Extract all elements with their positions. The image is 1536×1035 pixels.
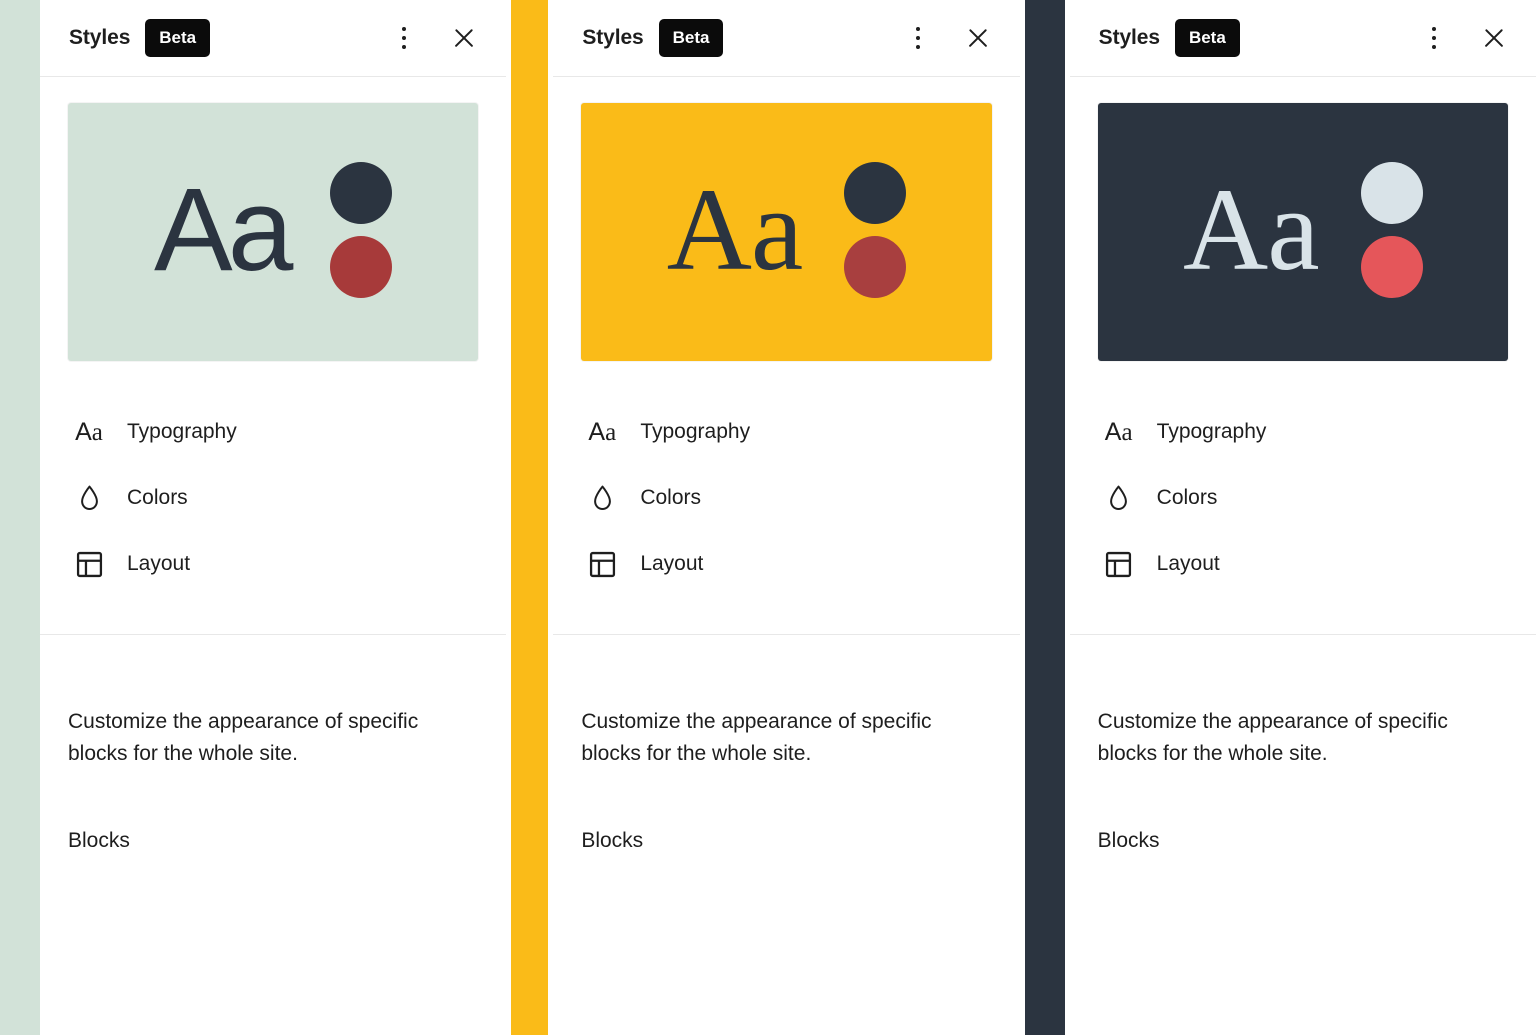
panel-body: Aa bbox=[1070, 77, 1536, 361]
preview-aa-text: Aa bbox=[667, 176, 803, 285]
blocks-link[interactable]: Blocks bbox=[581, 829, 643, 853]
stripe-after-panel-2 bbox=[1025, 0, 1065, 1035]
beta-badge: Beta bbox=[1175, 19, 1240, 57]
blocks-link[interactable]: Blocks bbox=[1098, 829, 1160, 853]
nav-item-typography[interactable]: Aa Typography bbox=[581, 399, 991, 465]
layout-grid-icon bbox=[71, 546, 107, 582]
page-title: Styles bbox=[69, 26, 130, 50]
page-title: Styles bbox=[1099, 26, 1160, 50]
typography-aa-icon: Aa bbox=[71, 414, 107, 450]
nav-item-typography[interactable]: Aa Typography bbox=[1098, 399, 1508, 465]
nav-item-label: Typography bbox=[1157, 420, 1267, 444]
preview-color-dots bbox=[844, 162, 906, 298]
close-button[interactable] bbox=[442, 16, 486, 60]
nav-item-layout[interactable]: Layout bbox=[581, 531, 991, 597]
layout-grid-icon bbox=[1101, 546, 1137, 582]
more-options-button[interactable] bbox=[896, 16, 940, 60]
preview-aa-text: Aa bbox=[154, 176, 288, 285]
more-options-button[interactable] bbox=[1412, 16, 1456, 60]
panel-footer: Customize the appearance of specific blo… bbox=[40, 635, 506, 853]
typography-aa-icon: Aa bbox=[1101, 414, 1137, 450]
preview-color-dots bbox=[330, 162, 392, 298]
beta-badge: Beta bbox=[145, 19, 210, 57]
styles-nav-list: Aa Typography Colors bbox=[40, 361, 506, 597]
styles-nav-list: Aa Typography Colors bbox=[1070, 361, 1536, 597]
nav-item-label: Layout bbox=[127, 552, 190, 576]
layout-grid-icon bbox=[584, 546, 620, 582]
style-preview-card[interactable]: Aa bbox=[1098, 103, 1508, 361]
preview-dot-primary bbox=[1361, 162, 1423, 224]
kebab-menu-icon bbox=[402, 27, 406, 49]
style-preview-content: Aa bbox=[1098, 103, 1508, 361]
nav-item-layout[interactable]: Layout bbox=[68, 531, 478, 597]
panel-header: Styles Beta bbox=[553, 0, 1019, 77]
nav-item-label: Layout bbox=[640, 552, 703, 576]
styles-nav-list: Aa Typography Colors bbox=[553, 361, 1019, 597]
panel-footer: Customize the appearance of specific blo… bbox=[553, 635, 1019, 853]
style-preview-content: Aa bbox=[581, 103, 991, 361]
preview-dot-primary bbox=[844, 162, 906, 224]
nav-item-colors[interactable]: Colors bbox=[581, 465, 991, 531]
close-icon bbox=[965, 25, 991, 51]
close-button[interactable] bbox=[1472, 16, 1516, 60]
blocks-link[interactable]: Blocks bbox=[68, 829, 130, 853]
nav-item-label: Colors bbox=[1157, 486, 1218, 510]
typography-aa-icon: Aa bbox=[584, 414, 620, 450]
color-droplet-icon bbox=[1101, 480, 1137, 516]
styles-panel-yellow: Styles Beta Aa bbox=[553, 0, 1019, 1035]
beta-badge: Beta bbox=[659, 19, 724, 57]
panel-body: Aa bbox=[40, 77, 506, 361]
panel-footer: Customize the appearance of specific blo… bbox=[1070, 635, 1536, 853]
style-preview-card[interactable]: Aa bbox=[68, 103, 478, 361]
stripe-after-panel-1 bbox=[511, 0, 548, 1035]
nav-item-layout[interactable]: Layout bbox=[1098, 531, 1508, 597]
nav-item-label: Typography bbox=[640, 420, 750, 444]
color-droplet-icon bbox=[584, 480, 620, 516]
preview-dot-secondary bbox=[330, 236, 392, 298]
styles-panel-mint: Styles Beta Aa bbox=[40, 0, 506, 1035]
footer-description: Customize the appearance of specific blo… bbox=[68, 706, 428, 770]
close-icon bbox=[451, 25, 477, 51]
left-edge-stripe bbox=[0, 0, 40, 1035]
footer-description: Customize the appearance of specific blo… bbox=[581, 706, 941, 770]
panel-header: Styles Beta bbox=[40, 0, 506, 77]
nav-item-label: Colors bbox=[127, 486, 188, 510]
preview-dot-secondary bbox=[1361, 236, 1423, 298]
page-title: Styles bbox=[582, 26, 643, 50]
nav-item-label: Colors bbox=[640, 486, 701, 510]
panel-body: Aa bbox=[553, 77, 1019, 361]
nav-item-typography[interactable]: Aa Typography bbox=[68, 399, 478, 465]
preview-dot-secondary bbox=[844, 236, 906, 298]
footer-description: Customize the appearance of specific blo… bbox=[1098, 706, 1458, 770]
styles-panel-dark: Styles Beta Aa bbox=[1070, 0, 1536, 1035]
preview-aa-text: Aa bbox=[1183, 176, 1319, 285]
panel-header: Styles Beta bbox=[1070, 0, 1536, 77]
kebab-menu-icon bbox=[1432, 27, 1436, 49]
nav-item-colors[interactable]: Colors bbox=[1098, 465, 1508, 531]
style-preview-card[interactable]: Aa bbox=[581, 103, 991, 361]
style-preview-content: Aa bbox=[68, 103, 478, 361]
nav-item-label: Typography bbox=[127, 420, 237, 444]
close-icon bbox=[1481, 25, 1507, 51]
close-button[interactable] bbox=[956, 16, 1000, 60]
preview-color-dots bbox=[1361, 162, 1423, 298]
kebab-menu-icon bbox=[916, 27, 920, 49]
nav-item-label: Layout bbox=[1157, 552, 1220, 576]
preview-dot-primary bbox=[330, 162, 392, 224]
styles-variations-screenshot: Styles Beta Aa bbox=[0, 0, 1536, 1035]
nav-item-colors[interactable]: Colors bbox=[68, 465, 478, 531]
color-droplet-icon bbox=[71, 480, 107, 516]
more-options-button[interactable] bbox=[382, 16, 426, 60]
